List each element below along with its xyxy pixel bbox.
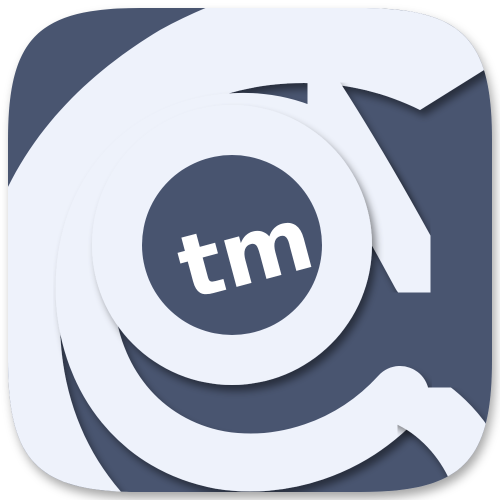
at-sign-icon: tm (8, 8, 492, 492)
app-icon-canvas: tm (0, 0, 500, 500)
